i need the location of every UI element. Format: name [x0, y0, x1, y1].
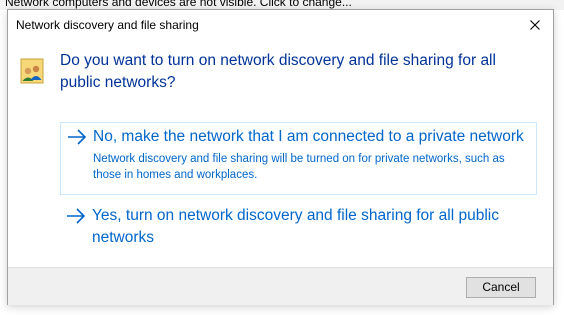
private-network-option[interactable]: No, make the network that I am connected… — [60, 122, 537, 195]
network-users-icon — [20, 58, 44, 84]
close-icon — [530, 20, 540, 30]
dialog-footer: Cancel — [8, 267, 553, 305]
close-button[interactable] — [523, 14, 547, 36]
dialog-title: Network discovery and file sharing — [16, 18, 199, 32]
dialog-titlebar: Network discovery and file sharing — [8, 10, 553, 40]
public-network-option[interactable]: Yes, turn on network discovery and file … — [60, 202, 537, 260]
dialog-question: Do you want to turn on network discovery… — [60, 52, 496, 91]
infobar-text: Network computers and devices are not vi… — [5, 0, 352, 9]
cancel-button[interactable]: Cancel — [466, 277, 536, 298]
private-option-description: Network discovery and file sharing will … — [93, 153, 505, 181]
arrow-right-icon — [68, 129, 87, 145]
arrow-right-icon — [67, 208, 86, 224]
public-option-title: Yes, turn on network discovery and file … — [92, 207, 499, 246]
private-option-title: No, make the network that I am connected… — [93, 128, 524, 145]
network-discovery-dialog: Network discovery and file sharing Do yo… — [7, 9, 554, 305]
